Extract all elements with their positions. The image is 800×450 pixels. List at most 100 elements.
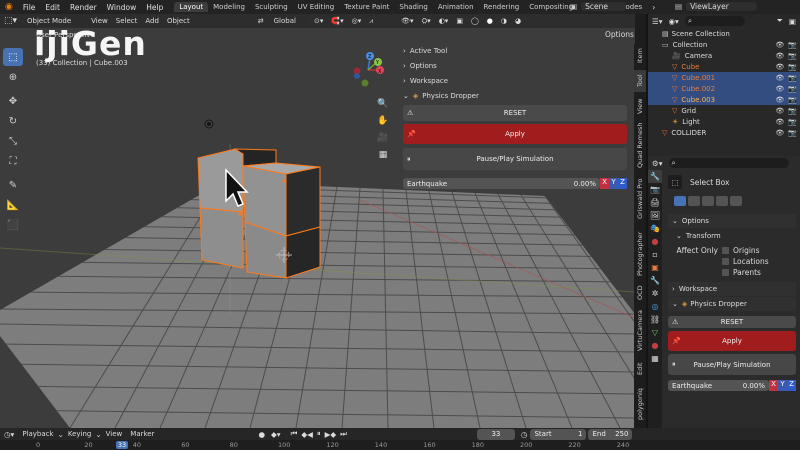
proportional-edit-icon[interactable]: ◎▾ bbox=[348, 17, 366, 25]
scale-tool-icon[interactable]: ⤡ bbox=[3, 132, 23, 150]
shading-material-icon[interactable]: ◑ bbox=[497, 17, 511, 25]
visibility-eye-icon[interactable]: 👁 bbox=[775, 118, 784, 126]
current-frame-field[interactable]: 33 bbox=[476, 428, 515, 440]
visibility-eye-icon[interactable]: 👁 bbox=[775, 41, 784, 49]
modifier-tab-icon[interactable]: 🔧 bbox=[648, 274, 662, 287]
workspace-tab-shading[interactable]: Shading bbox=[394, 2, 432, 12]
scene-name[interactable]: Scene bbox=[581, 2, 626, 11]
scene-collection-row[interactable]: ▤ Scene Collection bbox=[648, 28, 800, 39]
outliner-row[interactable]: ▽ Grid 👁 📷 bbox=[648, 105, 800, 116]
scene-selector[interactable]: ▣ Scene bbox=[570, 2, 626, 11]
options-button[interactable]: Options bbox=[605, 30, 634, 39]
props-axis-z-toggle[interactable]: Z bbox=[787, 380, 796, 391]
viewlayer-selector[interactable]: ▤ ViewLayer bbox=[675, 2, 757, 11]
visibility-icon[interactable]: 👁▾ bbox=[397, 17, 417, 25]
add-cube-tool-icon[interactable]: ⬛ bbox=[3, 216, 23, 234]
section-options[interactable]: › Options bbox=[403, 59, 627, 73]
props-section-transform[interactable]: ⌄ Transform bbox=[668, 229, 796, 243]
select-box-icon[interactable]: ⬚ bbox=[668, 175, 682, 189]
falloff-icon[interactable]: ⩘ bbox=[365, 17, 377, 26]
visibility-eye-icon[interactable]: 👁 bbox=[775, 63, 784, 71]
tab-quad-remesh[interactable]: Quad Remesh bbox=[634, 120, 646, 170]
tab-griswald-pro[interactable]: Griswald Pro bbox=[634, 172, 646, 226]
menu-file[interactable]: File bbox=[18, 3, 41, 12]
outliner-row[interactable]: ☀ Light 👁 📷 bbox=[648, 116, 800, 127]
select-mode-set-icon[interactable] bbox=[674, 196, 686, 206]
zoom-icon[interactable]: 🔍 bbox=[376, 96, 390, 113]
render-camera-icon[interactable]: 📷 bbox=[788, 52, 797, 60]
area-divider[interactable] bbox=[646, 14, 648, 428]
props-section-physics-dropper[interactable]: ⌄ ◈ Physics Dropper bbox=[668, 297, 796, 311]
gizmo-toggle-icon[interactable]: ⛭▾ bbox=[418, 17, 435, 26]
tab-view[interactable]: View bbox=[634, 94, 646, 118]
props-reset-button[interactable]: ⚠ RESET bbox=[668, 316, 796, 328]
material-tab-icon[interactable]: ● bbox=[648, 339, 662, 352]
tool-tab-icon[interactable]: 🔧 bbox=[648, 170, 662, 183]
pan-hand-icon[interactable]: ✋ bbox=[376, 113, 390, 130]
editor-type-icon[interactable]: ⬚▾ bbox=[0, 16, 21, 26]
render-camera-icon[interactable]: 📷 bbox=[788, 96, 797, 104]
section-active-tool[interactable]: › Active Tool bbox=[403, 44, 627, 58]
earthquake-slider[interactable]: Earthquake 0.00% bbox=[403, 178, 600, 189]
visibility-eye-icon[interactable]: 👁 bbox=[775, 52, 784, 60]
axis-z-toggle[interactable]: Z bbox=[618, 178, 627, 189]
display-mode-icon[interactable]: ◉▾ bbox=[669, 17, 679, 26]
apply-button[interactable]: 📌 Apply bbox=[403, 124, 627, 144]
render-camera-icon[interactable]: 📷 bbox=[788, 74, 797, 82]
workspace-tab-sculpting[interactable]: Sculpting bbox=[250, 2, 293, 12]
timeline-menu-keying[interactable]: Keying bbox=[64, 430, 96, 438]
workspace-tab-texture-paint[interactable]: Texture Paint bbox=[339, 2, 394, 12]
outliner-search-input[interactable]: ⌕ bbox=[684, 16, 745, 26]
timeline-editor-icon[interactable]: ◷▾ bbox=[4, 430, 14, 439]
jump-start-icon[interactable]: ⏮ bbox=[291, 429, 298, 439]
select-mode-invert-icon[interactable] bbox=[716, 196, 728, 206]
origins-checkbox[interactable]: Origins bbox=[722, 245, 769, 256]
outliner-row[interactable]: ▽ COLLIDER 👁 📷 bbox=[648, 127, 800, 138]
workspace-tab-animation[interactable]: Animation bbox=[433, 2, 479, 12]
transform-orientation-dropdown[interactable]: Global bbox=[269, 17, 308, 25]
render-camera-icon[interactable]: 📷 bbox=[788, 118, 797, 126]
tab-polygoniq[interactable]: polygoniq bbox=[634, 382, 646, 426]
move-tool-icon[interactable]: ✥ bbox=[3, 92, 23, 110]
navigation-gizmo[interactable]: X Z Y bbox=[348, 48, 392, 92]
tab-edit[interactable]: Edit bbox=[634, 358, 646, 380]
shading-wireframe-icon[interactable]: ◯ bbox=[467, 17, 483, 25]
visibility-eye-icon[interactable]: 👁 bbox=[775, 107, 784, 115]
parents-checkbox[interactable]: Parents bbox=[722, 267, 769, 278]
visibility-eye-icon[interactable]: 👁 bbox=[775, 74, 784, 82]
new-collection-icon[interactable]: ▣ bbox=[789, 17, 796, 26]
start-frame-field[interactable]: Start 1 bbox=[530, 428, 587, 440]
outliner-row[interactable]: ▽ Cube.003 👁 📷 bbox=[648, 94, 800, 105]
tab-tool[interactable]: Tool bbox=[634, 70, 646, 92]
jump-end-icon[interactable]: ⏭ bbox=[340, 429, 347, 439]
render-camera-icon[interactable]: 📷 bbox=[788, 63, 797, 71]
timeline-menu-playback[interactable]: Playback bbox=[18, 430, 57, 438]
props-axis-y-toggle[interactable]: Y bbox=[778, 380, 787, 391]
menu-help[interactable]: Help bbox=[141, 3, 168, 12]
transform-tool-icon[interactable]: ⛶ bbox=[3, 152, 23, 170]
outliner-row[interactable]: ▽ Cube.002 👁 📷 bbox=[648, 83, 800, 94]
cube-stack[interactable] bbox=[197, 148, 321, 279]
render-tab-icon[interactable]: 📷 bbox=[648, 183, 662, 196]
workspace-tab-modeling[interactable]: Modeling bbox=[208, 2, 250, 12]
tab-item[interactable]: Item bbox=[634, 44, 646, 68]
texture-tab-icon[interactable]: ▦ bbox=[648, 352, 662, 365]
jump-next-key-icon[interactable]: ▶◆ bbox=[325, 430, 337, 439]
timeline-ruler[interactable]: 0 20 33 40 60 80 100 120 140 160 180 200 220 240 bbox=[0, 440, 800, 450]
viewlayer-name[interactable]: ViewLayer bbox=[686, 2, 757, 11]
visibility-eye-icon[interactable]: 👁 bbox=[775, 129, 784, 137]
camera-view-icon[interactable]: 🎥 bbox=[376, 130, 390, 147]
menu-edit[interactable]: Edit bbox=[40, 3, 65, 12]
end-frame-field[interactable]: End 250 bbox=[588, 428, 633, 440]
menu-render[interactable]: Render bbox=[65, 3, 102, 12]
menu-window[interactable]: Window bbox=[102, 3, 142, 12]
outliner-row[interactable]: ▽ Cube 👁 📷 bbox=[648, 61, 800, 72]
properties-search-input[interactable]: ⌕ bbox=[668, 158, 789, 168]
auto-keying-icon[interactable]: ● bbox=[258, 430, 265, 439]
render-camera-icon[interactable]: 📷 bbox=[788, 41, 797, 49]
outliner-row[interactable]: ▭ Collection 👁 📷 bbox=[648, 39, 800, 50]
reset-button[interactable]: ⚠ RESET bbox=[403, 105, 627, 121]
world-tab-icon[interactable]: ● bbox=[648, 235, 662, 248]
snap-icon[interactable]: 🧲▾ bbox=[327, 17, 347, 25]
section-workspace[interactable]: › Workspace bbox=[403, 74, 627, 88]
